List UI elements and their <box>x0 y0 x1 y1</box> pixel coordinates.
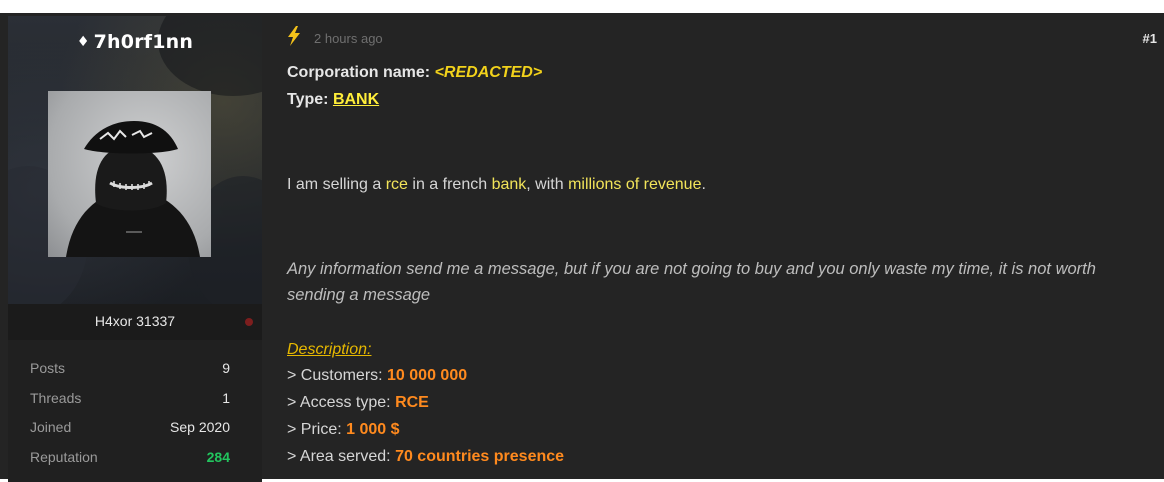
profile-banner: ♦ 7h0rf1nn <box>8 16 262 304</box>
post-number-link[interactable]: #1 <box>1143 31 1157 46</box>
type-value-link[interactable]: BANK <box>333 91 379 108</box>
stat-row-reputation: Reputation 284 <box>8 442 262 472</box>
user-sidebar: ♦ 7h0rf1nn H4xor 31337 Posts 9 Threads 1… <box>8 16 262 482</box>
stat-label: Reputation <box>30 448 98 465</box>
intro-part: , with <box>526 176 569 193</box>
contact-note: Any information send me a message, but i… <box>287 260 1096 304</box>
corporation-line: Corporation name: <REDACTED> <box>287 64 542 82</box>
intro-part: I am selling a <box>287 176 386 193</box>
banner-shape <box>158 16 262 96</box>
item-value: 70 countries presence <box>395 448 565 465</box>
intro-part: . <box>701 176 706 193</box>
rank-bar: H4xor 31337 <box>8 304 262 340</box>
intro-text: I am selling a rce in a french bank, wit… <box>287 176 706 194</box>
item-label: > Area served: <box>287 448 396 465</box>
intro-highlight: rce <box>385 176 408 193</box>
item-label: > Customers: <box>287 367 388 384</box>
user-stats: Posts 9 Threads 1 Joined Sep 2020 Reputa… <box>8 353 262 471</box>
corporation-label: Corporation name: <box>287 64 431 81</box>
description-item-access: > Access type: RCE <box>287 394 429 412</box>
corporation-value: <REDACTED> <box>434 64 543 81</box>
type-line: Type: BANK <box>287 91 379 109</box>
stat-value: Sep 2020 <box>170 419 230 435</box>
description-item-price: > Price: 1 000 $ <box>287 421 400 439</box>
stat-label: Joined <box>30 419 72 435</box>
username-link[interactable]: ♦ 7h0rf1nn <box>8 31 262 53</box>
item-value: 1 000 $ <box>346 421 400 438</box>
item-label: > Access type: <box>287 394 396 411</box>
user-rank: H4xor 31337 <box>94 313 176 329</box>
post-time[interactable]: 2 hours ago <box>314 31 383 46</box>
description-item-area: > Area served: 70 countries presence <box>287 448 564 466</box>
intro-highlight: millions of revenue <box>568 176 702 193</box>
intro-highlight: bank <box>491 176 527 193</box>
item-label: > Price: <box>287 421 347 438</box>
avatar[interactable] <box>48 91 211 257</box>
stat-value: 1 <box>222 389 230 406</box>
description-item-customers: > Customers: 10 000 000 <box>287 367 467 385</box>
offline-status-icon <box>245 318 253 326</box>
intro-part: in a french <box>407 176 492 193</box>
stat-row-posts: Posts 9 <box>8 353 262 383</box>
reputation-value[interactable]: 284 <box>207 449 230 465</box>
stat-row-joined: Joined Sep 2020 <box>8 412 262 442</box>
type-label: Type: <box>287 91 329 108</box>
stat-label: Posts <box>30 360 66 376</box>
description-title: Description: <box>287 341 372 358</box>
stat-value: 9 <box>222 360 230 376</box>
stat-label: Threads <box>30 389 82 406</box>
item-value: RCE <box>395 394 429 411</box>
lightning-bolt-icon <box>288 26 300 46</box>
diamond-icon: ♦ <box>76 34 90 50</box>
avatar-image <box>66 121 200 257</box>
item-value: 10 000 000 <box>387 367 468 384</box>
username-text: 7h0rf1nn <box>93 31 194 53</box>
stat-row-threads: Threads 1 <box>8 383 262 413</box>
